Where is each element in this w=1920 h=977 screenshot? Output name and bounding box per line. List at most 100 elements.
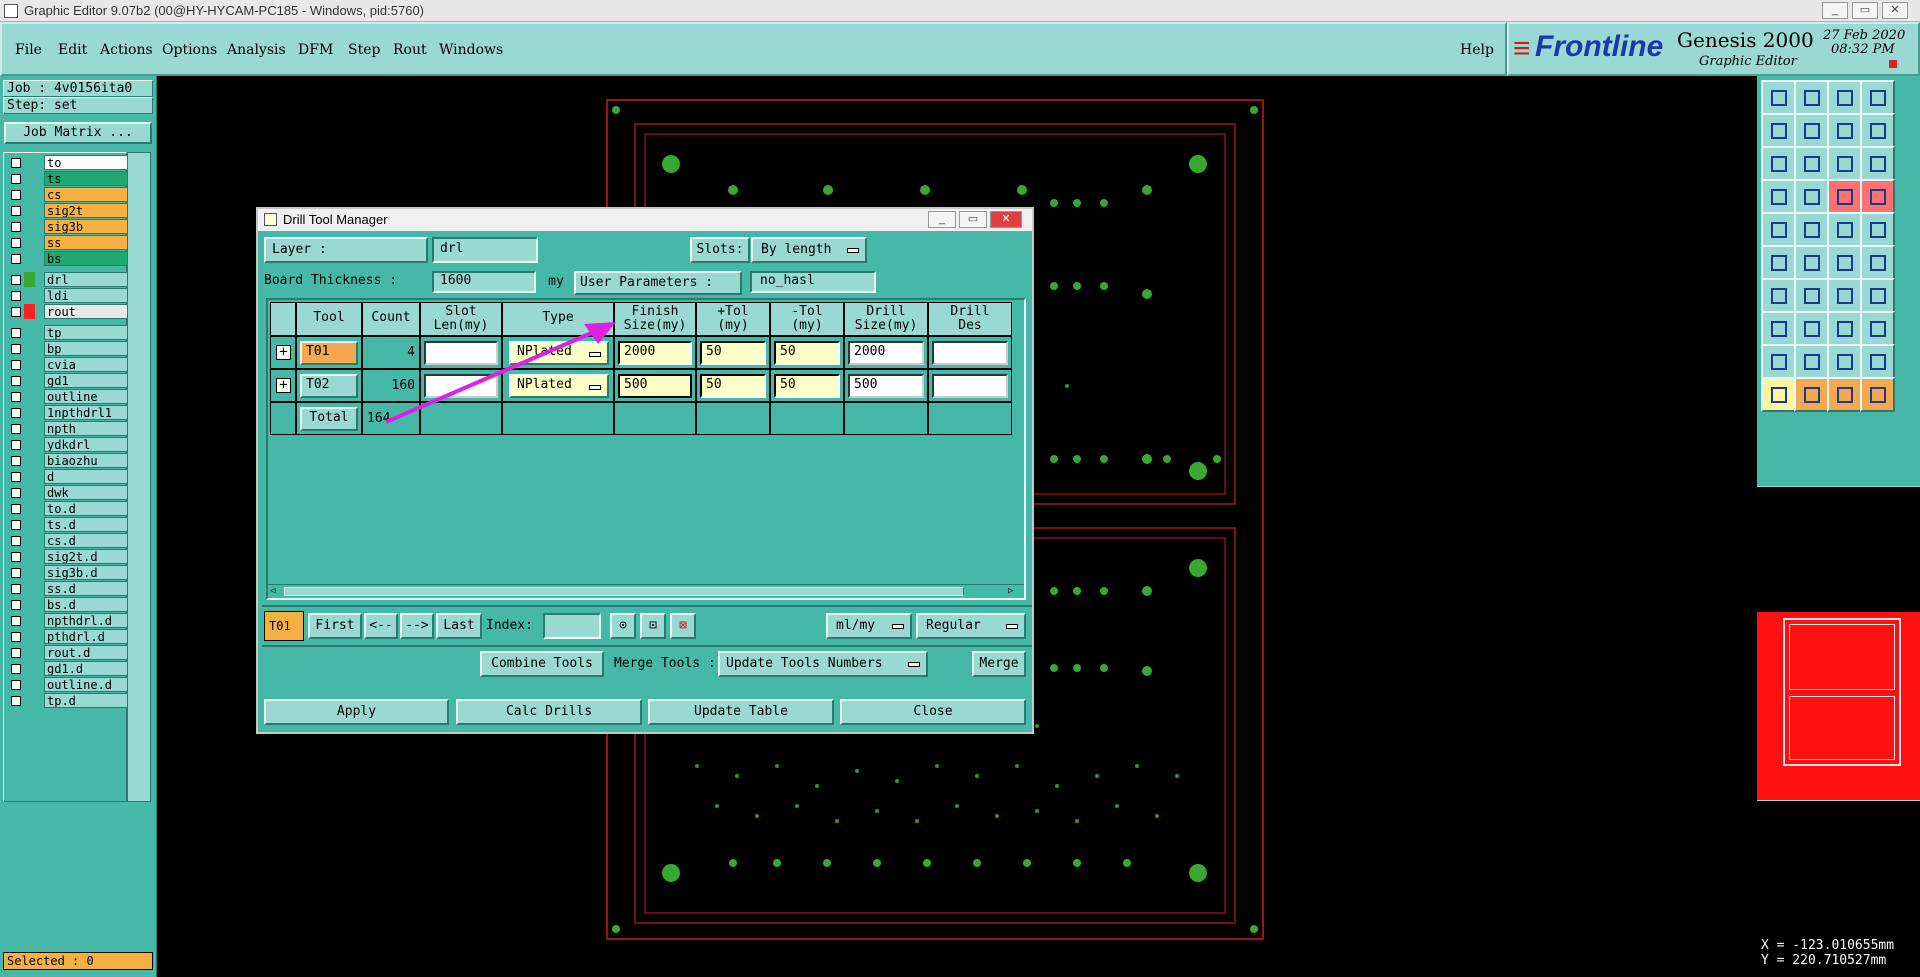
scroll-right-icon[interactable]: ▷ [1008,586,1020,597]
layer-row[interactable]: drl [9,272,128,288]
pad-icon[interactable] [1761,212,1796,247]
layer-checkbox[interactable] [11,536,21,546]
layer-checkbox[interactable] [11,206,21,216]
layer-name[interactable]: 1npthdrl1 [44,405,128,420]
combine-tools-button[interactable]: Combine Tools [480,651,604,677]
dim-icon[interactable] [1827,311,1862,346]
menu-file[interactable]: File [15,42,42,58]
layer-row[interactable]: ts.d [9,517,128,533]
job-matrix-button[interactable]: Job Matrix ... [4,122,152,144]
table-horizontal-scrollbar[interactable]: ◁ ▷ [268,584,1024,598]
layer-checkbox[interactable] [11,424,21,434]
layer-list-scrollbar[interactable] [127,152,151,802]
shape-icon[interactable] [1794,212,1829,247]
layer-checkbox[interactable] [11,275,21,285]
layer-name[interactable]: npthdrl.d [44,613,128,628]
menu-dfm[interactable]: DFM [298,42,333,58]
prev-button[interactable]: <-- [364,613,398,639]
finish-size-input[interactable]: 500 [618,374,692,398]
layer-row[interactable]: bp [9,341,128,357]
layer-name[interactable]: biaozhu [44,453,128,468]
align-icon[interactable] [1860,278,1895,313]
layer-checkbox[interactable] [11,648,21,658]
layer-name[interactable]: bs.d [44,597,128,612]
layer-name[interactable]: ts [44,171,128,186]
layer-value[interactable]: drl [432,237,538,263]
slash-icon[interactable] [1761,278,1796,313]
home-icon[interactable] [1827,80,1862,115]
peak-icon[interactable] [1794,344,1829,379]
layer-row[interactable]: sig3b.d [9,565,128,581]
node-icon[interactable] [1761,311,1796,346]
ruler-icon[interactable] [1827,212,1862,247]
calc-drills-button[interactable]: Calc Drills [456,699,642,725]
menu-options[interactable]: Options [162,42,217,58]
layer-checkbox[interactable] [11,307,21,317]
layer-row[interactable]: dwk [9,485,128,501]
board-thickness-input[interactable]: 1600 [432,271,536,293]
units-dropdown[interactable]: ml/my [826,613,912,639]
layer-checkbox[interactable] [11,696,21,706]
select-icon[interactable] [1761,377,1796,412]
layer-checkbox[interactable] [11,291,21,301]
grid-icon[interactable] [1794,179,1829,214]
zoom-area-icon[interactable] [1761,146,1796,181]
layer-row[interactable]: 1npthdrl1 [9,405,128,421]
layer-checkbox[interactable] [11,238,21,248]
arc-icon[interactable] [1860,245,1895,280]
layer-row[interactable]: cs [9,187,128,203]
layer-checkbox[interactable] [11,440,21,450]
menu-edit[interactable]: Edit [58,42,87,58]
layer-row[interactable]: to [9,155,128,171]
menu-actions[interactable]: Actions [100,42,153,58]
layer-row[interactable]: cvia [9,357,128,373]
layer-name[interactable]: cs [44,187,128,202]
menu-help[interactable]: Help [1460,42,1494,58]
cross-icon[interactable] [1794,245,1829,280]
layer-row[interactable]: npth [9,421,128,437]
layer-checkbox[interactable] [11,408,21,418]
pointer-icon[interactable] [1794,377,1829,412]
layer-checkbox[interactable] [11,632,21,642]
plus-tol-input[interactable]: 50 [700,341,766,365]
layer-checkbox[interactable] [11,392,21,402]
layer-checkbox[interactable] [11,600,21,610]
layer-name[interactable]: drl [44,272,128,287]
dialog-minimize-button[interactable]: _ [928,211,956,228]
layer-checkbox[interactable] [11,584,21,594]
scroll-thumb[interactable] [284,587,964,596]
pan-left-icon[interactable] [1761,113,1796,148]
route-icon[interactable] [1860,377,1895,412]
minus-tol-input[interactable]: 50 [774,341,840,365]
layer-name[interactable]: sig3b.d [44,565,128,580]
layer-row[interactable]: ldi [9,288,128,304]
drill-size-input[interactable]: 2000 [848,341,924,365]
layer-name[interactable]: to [44,155,128,170]
minus-icon[interactable] [1794,311,1829,346]
filter-icon[interactable]: ⊡ [640,613,666,639]
layer-row[interactable]: ss [9,235,128,251]
merge-button[interactable]: Merge [972,651,1026,677]
layer-row[interactable]: bs.d [9,597,128,613]
layer-checkbox[interactable] [11,376,21,386]
layer-checkbox[interactable] [11,664,21,674]
layer-name[interactable]: gd1.d [44,661,128,676]
plus-tol-input[interactable]: 50 [700,374,766,398]
layer-row[interactable]: sig3b [9,219,128,235]
layer-row[interactable]: outline [9,389,128,405]
pan-right-icon[interactable] [1794,113,1829,148]
layer-checkbox[interactable] [11,254,21,264]
layer-name[interactable]: ss [44,235,128,250]
layer-row[interactable]: d [9,469,128,485]
layer-row[interactable]: sig2t [9,203,128,219]
scroll-left-icon[interactable]: ◁ [270,586,282,597]
drill-size-input[interactable]: 500 [848,374,924,398]
layer-name[interactable]: dwk [44,485,128,500]
layer-name[interactable]: outline.d [44,677,128,692]
menu-analysis[interactable]: Analysis [227,42,286,58]
layer-checkbox[interactable] [11,174,21,184]
layer-checkbox[interactable] [11,520,21,530]
layer-name[interactable]: to.d [44,501,128,516]
zoom-in-icon[interactable] [1794,146,1829,181]
connect-icon[interactable] [1761,245,1796,280]
